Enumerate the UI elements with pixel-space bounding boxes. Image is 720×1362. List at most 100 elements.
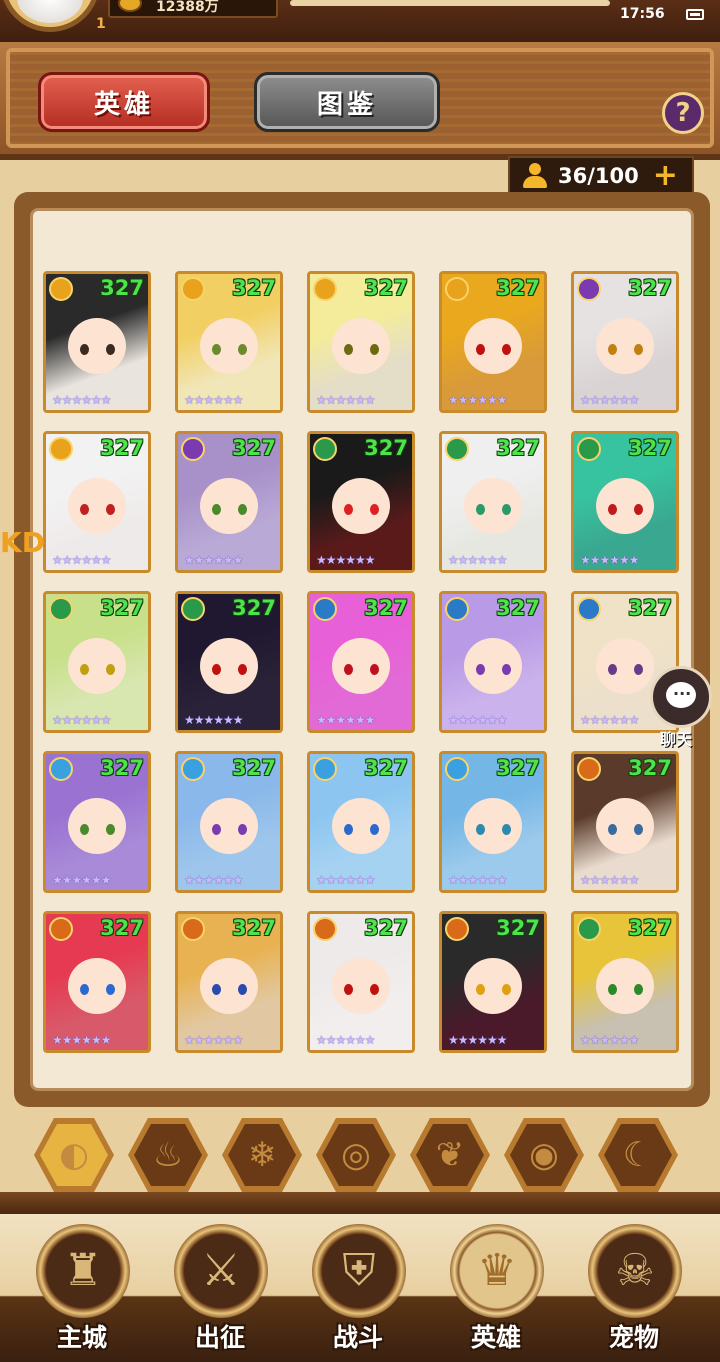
- add-capacity-button[interactable]: +: [653, 161, 678, 191]
- hero-eye: [370, 664, 379, 675]
- hero-card[interactable]: 327 ★★★★★★: [175, 431, 283, 573]
- hero-card[interactable]: 327 ★★★★★★: [439, 591, 547, 733]
- hero-eye: [212, 344, 221, 355]
- hero-card[interactable]: 327 ★★★★★★: [439, 431, 547, 573]
- hero-card[interactable]: 327 ★★★★★★: [43, 911, 151, 1053]
- hero-stars: ★★★★★★: [316, 1033, 376, 1047]
- help-button[interactable]: ?: [662, 92, 704, 134]
- hero-level: 327: [100, 756, 144, 780]
- hero-eye: [634, 984, 643, 995]
- hero-level: 327: [100, 436, 144, 460]
- nav-shield[interactable]: ⛨ 战斗: [298, 1222, 418, 1362]
- hero-eye: [476, 344, 485, 355]
- water-element-icon: [445, 597, 469, 621]
- hero-eye: [370, 504, 379, 515]
- hero-eye: [344, 824, 353, 835]
- hero-face: [200, 638, 258, 694]
- hero-eye: [502, 824, 511, 835]
- hero-card[interactable]: 327 ★★★★★★: [307, 751, 415, 893]
- nav-crossed-swords[interactable]: ⚔ 出征: [160, 1222, 280, 1362]
- hero-eye: [212, 984, 221, 995]
- nav-castle[interactable]: ♜ 主城: [22, 1222, 142, 1362]
- hero-card[interactable]: 327 ★★★★★★: [439, 911, 547, 1053]
- hero-card[interactable]: 327 ★★★★★★: [175, 751, 283, 893]
- hero-level: 327: [232, 756, 276, 780]
- castle-icon: ♜: [63, 1245, 103, 1296]
- hero-eye: [344, 664, 353, 675]
- crossed-swords-icon: ⚔: [201, 1245, 241, 1296]
- hero-card[interactable]: 327 ★★★★★★: [43, 591, 151, 733]
- nav-label: 宠物: [608, 1323, 659, 1352]
- hero-card[interactable]: 327 ★★★★★★: [571, 911, 679, 1053]
- hero-level: 327: [364, 276, 408, 300]
- hero-stars: ★★★★★★: [184, 1033, 244, 1047]
- hero-eye: [634, 824, 643, 835]
- hero-eye: [80, 344, 89, 355]
- hero-eye: [106, 504, 115, 515]
- hero-level: 327: [232, 436, 276, 460]
- avatar-portrait: [17, 0, 83, 23]
- hero-stars: ★★★★★★: [184, 393, 244, 407]
- hero-level: 327: [100, 596, 144, 620]
- hero-face: [68, 958, 126, 1014]
- dark-element-icon: [577, 277, 601, 301]
- hero-card[interactable]: 327 ★★★★★★: [175, 911, 283, 1053]
- hero-card[interactable]: 327 ★★★★★★: [43, 751, 151, 893]
- hero-stars: ★★★★★★: [184, 873, 244, 887]
- hero-list-inner: 327 ★★★★★★ 327 ★★★★★★ 327 ★★★★★★ 327 ★★★★★★ 327 ★…: [30, 208, 694, 1091]
- hero-face: [464, 318, 522, 374]
- hero-level: 327: [628, 596, 672, 620]
- hero-eye: [238, 344, 247, 355]
- hero-face: [200, 958, 258, 1014]
- chat-button[interactable]: ···: [650, 666, 712, 728]
- hero-stars: ★★★★★★: [448, 873, 508, 887]
- hero-card[interactable]: 327 ★★★★★★: [43, 271, 151, 413]
- hero-card[interactable]: 327 ★★★★★★: [43, 431, 151, 573]
- hero-card[interactable]: 327 ★★★★★★: [439, 751, 547, 893]
- hero-level: 327: [100, 916, 144, 940]
- hero-eye: [370, 984, 379, 995]
- nav-dragon[interactable]: ☠ 宠物: [574, 1222, 694, 1362]
- hero-eye: [608, 504, 617, 515]
- side-text: KD: [0, 526, 45, 559]
- nature-element-icon: [577, 437, 601, 461]
- dragon-icon: ☠: [615, 1245, 655, 1296]
- hero-face: [200, 798, 258, 854]
- hero-stars: ★★★★★★: [448, 393, 508, 407]
- hero-card[interactable]: 327 ★★★★★★: [439, 271, 547, 413]
- hero-card[interactable]: 327 ★★★★★★: [571, 431, 679, 573]
- hero-stars: ★★★★★★: [52, 873, 112, 887]
- exp-bar: [290, 0, 610, 6]
- hero-card[interactable]: 327 ★★★★★★: [175, 591, 283, 733]
- hero-card[interactable]: 327 ★★★★★★: [571, 271, 679, 413]
- hero-card[interactable]: 327 ★★★★★★: [307, 591, 415, 733]
- nav-label: 出征: [194, 1323, 245, 1352]
- tab-heroes[interactable]: 英雄: [38, 72, 210, 132]
- tab-codex[interactable]: 图鉴: [254, 72, 440, 132]
- hero-eye: [238, 504, 247, 515]
- hero-card[interactable]: 327 ★★★★★★: [571, 751, 679, 893]
- light-element-icon: [49, 437, 73, 461]
- nature-element-icon: [181, 597, 205, 621]
- hero-eye: [476, 504, 485, 515]
- hero-card[interactable]: 327 ★★★★★★: [307, 431, 415, 573]
- hero-card[interactable]: 327 ★★★★★★: [175, 271, 283, 413]
- battery-icon: [686, 9, 704, 20]
- nav-hooded-hero[interactable]: ♛ 英雄: [436, 1222, 556, 1362]
- chat-dots: ···: [673, 684, 692, 703]
- hero-card[interactable]: 327 ★★★★★★: [307, 271, 415, 413]
- hero-level: 327: [364, 756, 408, 780]
- nature-element-icon: [577, 917, 601, 941]
- hero-stars: ★★★★★★: [52, 393, 112, 407]
- hero-card[interactable]: 327 ★★★★★★: [307, 911, 415, 1053]
- hero-eye: [106, 824, 115, 835]
- hero-stars: ★★★★★★: [448, 553, 508, 567]
- hero-face: [464, 478, 522, 534]
- hero-face: [332, 318, 390, 374]
- hero-stars: ★★★★★★: [448, 713, 508, 727]
- hero-stars: ★★★★★★: [580, 393, 640, 407]
- hero-list-panel: 327 ★★★★★★ 327 ★★★★★★ 327 ★★★★★★ 327 ★★★★★★ 327 ★…: [14, 192, 710, 1107]
- hero-face: [200, 318, 258, 374]
- player-avatar[interactable]: [0, 0, 100, 32]
- nature-element-icon: [49, 597, 73, 621]
